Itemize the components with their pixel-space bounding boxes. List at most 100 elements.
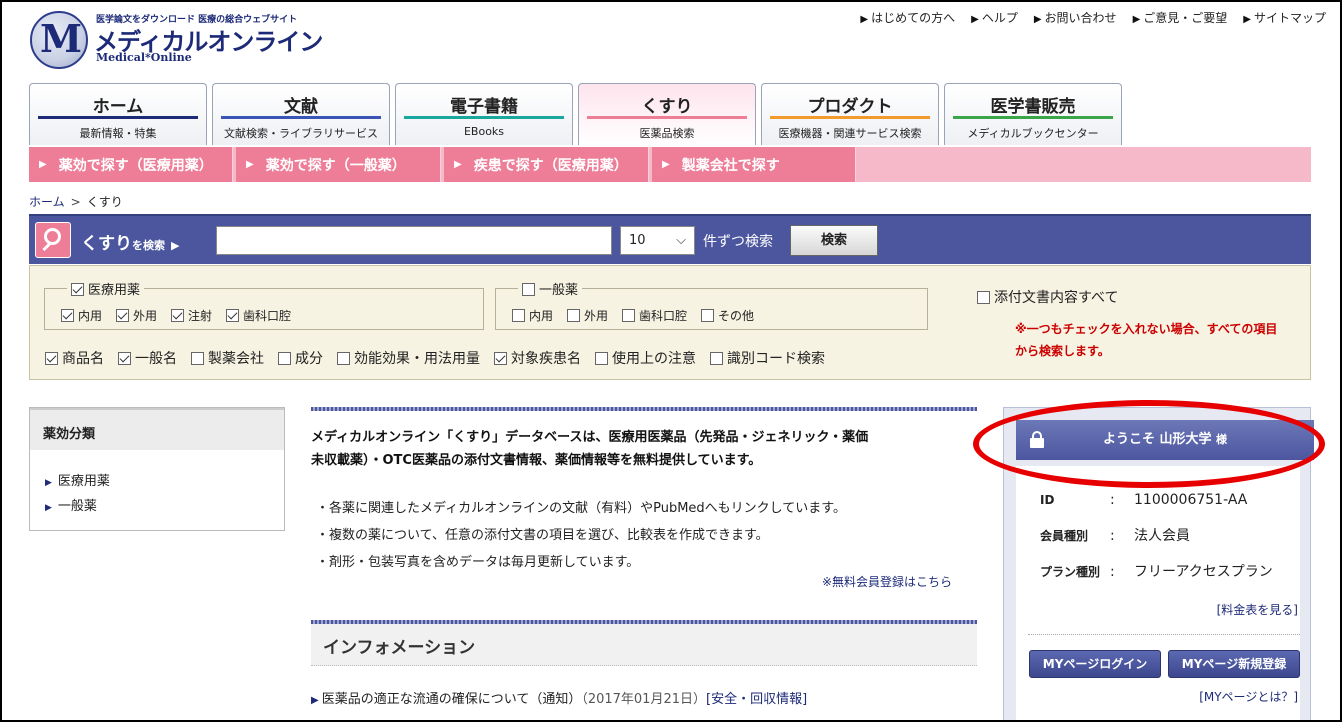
top-link-feedback[interactable]: ▶ ご意見・ご要望 — [1133, 9, 1228, 26]
sidebar-title: 薬効分類 — [30, 408, 284, 450]
tab-color-bar — [587, 116, 747, 119]
filter-group-prescription: 医療用薬 内用 外用 注射 歯科口腔 — [44, 279, 484, 330]
field-indication-dosage[interactable]: 効能効果・用法用量 — [337, 348, 480, 368]
checkbox[interactable] — [118, 352, 131, 365]
tab-label: ホーム — [92, 97, 144, 117]
mypage-register-button[interactable]: MYページ新規登録 — [1168, 650, 1300, 678]
feature-list: ・各薬に関連したメディカルオンラインの文献（有料）やPubMedへもリンクしてい… — [316, 495, 846, 576]
checkbox[interactable] — [977, 291, 990, 304]
drug-search-bar: くすりを検索 ▶ 10 ⌵ 件ずつ検索 検索 — [29, 214, 1311, 264]
information-heading: インフォメーション — [311, 624, 977, 666]
checkbox[interactable] — [710, 352, 723, 365]
triangle-right-icon: ▶ — [311, 695, 319, 706]
mypage-login-button[interactable]: MYページログイン — [1029, 650, 1161, 678]
checkbox[interactable] — [337, 352, 350, 365]
chevron-down-icon: ⌵ — [676, 233, 686, 248]
tab-literature[interactable]: 文献 文献検索・ライブラリサービス — [212, 83, 390, 145]
sidebar-item-otc[interactable]: ▶ 一般薬 — [45, 495, 284, 520]
checkbox[interactable] — [45, 352, 58, 365]
subnav-efficacy-prescription[interactable]: ▶ 薬効で探す（医療用薬） — [29, 147, 233, 182]
subnav-manufacturer[interactable]: ▶ 製薬会社で探す — [652, 147, 856, 182]
tab-color-bar — [953, 116, 1113, 119]
fee-table-link[interactable]: [料金表を見る] — [1217, 601, 1298, 618]
tab-products[interactable]: プロダクト 医療機器・関連サービス検索 — [761, 83, 939, 145]
content-divider — [311, 407, 977, 411]
checkbox[interactable] — [226, 309, 240, 322]
tab-bookstore[interactable]: 医学書販売 メディカルブックセンター — [944, 83, 1122, 145]
list-item: ・複数の薬について、任意の添付文書の項目を選び、比較表を作成できます。 — [316, 528, 769, 543]
news-title[interactable]: 医薬品の適正な流通の確保について（通知） — [322, 692, 582, 707]
subnav-efficacy-otc[interactable]: ▶ 薬効で探す（一般薬） — [236, 147, 441, 182]
checkbox[interactable] — [278, 352, 291, 365]
filter-prescription-dental[interactable]: 歯科口腔 — [226, 307, 291, 324]
checkbox[interactable] — [522, 283, 535, 296]
filter-prescription-injection[interactable]: 注射 — [171, 307, 212, 324]
checkbox[interactable] — [116, 309, 130, 322]
member-type-value: 法人会員 — [1134, 528, 1190, 544]
filter-prescription-oral[interactable]: 内用 — [61, 307, 102, 324]
checkbox[interactable] — [567, 309, 581, 322]
efficacy-classification-box: 薬効分類 ▶ 医療用薬 ▶ 一般薬 — [29, 407, 285, 531]
field-precautions[interactable]: 使用上の注意 — [595, 348, 696, 368]
field-generic-name[interactable]: 一般名 — [118, 348, 177, 368]
triangle-right-icon: ▶ — [39, 159, 47, 170]
search-input[interactable] — [216, 226, 612, 255]
tab-color-bar — [221, 116, 381, 119]
subnav-disease-prescription[interactable]: ▶ 疾患で探す（医療用薬） — [444, 147, 649, 182]
sidebar-item-prescription[interactable]: ▶ 医療用薬 — [45, 470, 284, 495]
checkbox[interactable] — [171, 309, 185, 322]
filter-otc-other[interactable]: その他 — [701, 307, 754, 324]
tab-home[interactable]: ホーム最新情報・特集 — [29, 83, 207, 145]
filter-attach-all[interactable]: 添付文書内容すべて — [977, 287, 1118, 307]
triangle-right-icon: ▶ — [45, 478, 52, 488]
field-ingredient[interactable]: 成分 — [278, 348, 323, 368]
triangle-right-icon: ▶ — [662, 159, 670, 170]
tab-label: 文献 — [284, 97, 318, 117]
top-link-help[interactable]: ▶ ヘルプ — [971, 9, 1018, 26]
breadcrumb-home[interactable]: ホーム — [29, 195, 65, 209]
search-magnifier-icon — [35, 222, 71, 258]
checkbox[interactable] — [61, 309, 74, 322]
news-category[interactable]: [安全・回収情報] — [706, 692, 807, 707]
checkbox[interactable] — [622, 309, 636, 322]
checkbox[interactable] — [71, 283, 84, 296]
filter-otc-external[interactable]: 外用 — [567, 307, 608, 324]
filter-otc-dental[interactable]: 歯科口腔 — [622, 307, 687, 324]
mypage-about-link[interactable]: [MYページとは？] — [1199, 688, 1298, 705]
checkbox[interactable] — [595, 352, 608, 365]
free-register-link[interactable]: ※無料会員登録はこちら — [822, 573, 952, 590]
top-link-sitemap[interactable]: ▶ サイトマップ — [1243, 9, 1326, 26]
breadcrumb-separator: > — [70, 195, 81, 209]
filter-prescription-external[interactable]: 外用 — [116, 307, 157, 324]
checkbox[interactable] — [494, 352, 507, 365]
filter-otc-oral[interactable]: 内用 — [512, 307, 553, 324]
filter-prescription-all[interactable]: 医療用薬 — [67, 279, 145, 298]
tab-sub: EBooks — [463, 125, 505, 138]
field-target-disease[interactable]: 対象疾患名 — [494, 348, 581, 368]
results-per-page-select[interactable]: 10 ⌵ — [620, 226, 695, 255]
tab-drugs[interactable]: くすり 医薬品検索 — [578, 83, 756, 145]
tab-color-bar — [38, 116, 198, 119]
top-link-beginners[interactable]: ▶ はじめての方へ — [860, 9, 955, 26]
filter-note: ※一つもチェックを入れない場合、すべての項目 から検索します。 — [1015, 322, 1278, 358]
search-button[interactable]: 検索 — [790, 225, 878, 256]
field-manufacturer[interactable]: 製薬会社 — [191, 348, 264, 368]
list-item: ・剤形・包装写真を含めデータは毎月更新しています。 — [316, 555, 640, 570]
search-title: くすりを検索 ▶ — [81, 234, 180, 254]
checkbox[interactable] — [191, 352, 204, 365]
checkbox[interactable] — [512, 309, 525, 322]
tab-sub: 医薬品検索 — [639, 127, 695, 140]
checkbox[interactable] — [701, 309, 715, 322]
tab-label: くすり — [641, 97, 693, 117]
filter-otc-all[interactable]: 一般薬 — [518, 279, 583, 298]
news-item[interactable]: ▶ 医薬品の適正な流通の確保について（通知）（2017年01月21日）[安全・回収… — [311, 688, 807, 707]
plan-type-row: プラン種別: フリーアクセスプラン — [1040, 564, 1273, 580]
field-identification-code[interactable]: 識別コード検索 — [710, 348, 825, 368]
top-link-contact[interactable]: ▶ お問い合わせ — [1034, 9, 1117, 26]
breadcrumb: ホーム > くすり — [29, 193, 123, 210]
account-id-row: ID:1100006751-AA — [1040, 492, 1248, 508]
tab-sub: 最新情報・特集 — [79, 127, 157, 140]
field-product-name[interactable]: 商品名 — [45, 348, 104, 368]
tab-ebooks[interactable]: 電子書籍 EBooks — [395, 83, 573, 145]
logo-mark[interactable]: M — [30, 11, 88, 69]
